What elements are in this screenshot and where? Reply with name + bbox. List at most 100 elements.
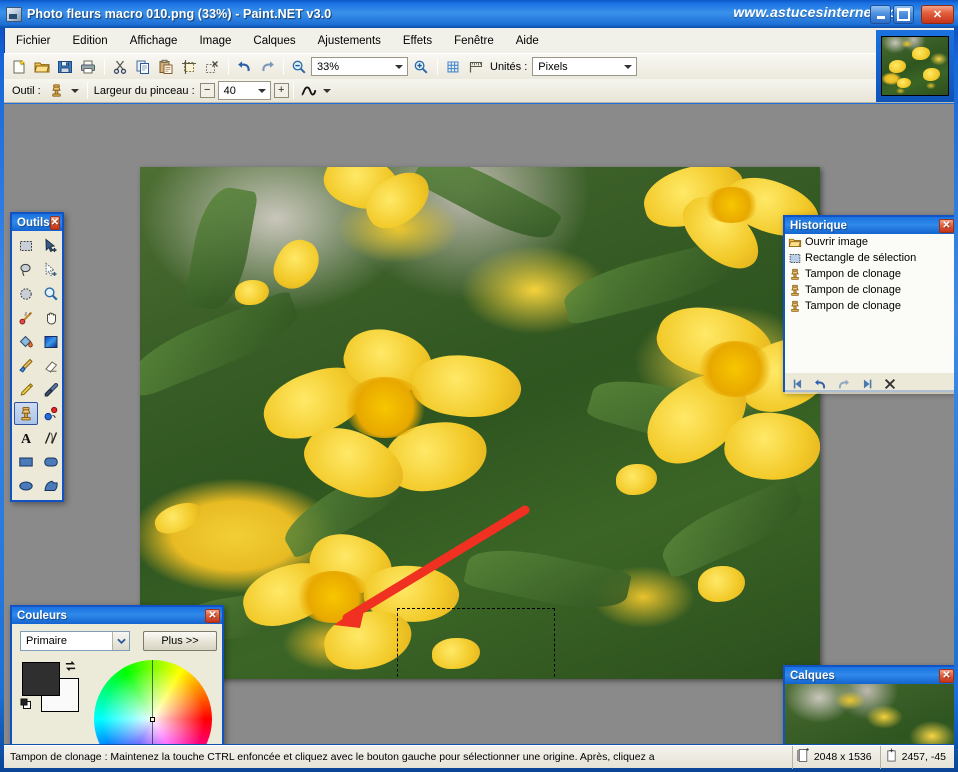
more-colors-button[interactable]: Plus >> [143,631,217,651]
history-rewind-button[interactable] [790,376,805,391]
swap-colors-icon[interactable] [64,660,77,676]
zoom-in-icon[interactable] [410,56,432,77]
history-item[interactable]: Ouvrir image [785,234,954,250]
pencil-tool[interactable] [14,378,38,401]
menu-ajustements[interactable]: Ajustements [307,32,392,50]
eraser-tool[interactable] [39,354,63,377]
workspace[interactable]: Outils ✕ A Historique ✕ Ouvrir image Rec… [4,104,954,744]
tools-palette-close-icon[interactable]: ✕ [49,215,60,230]
gradient-tool[interactable] [39,330,63,353]
layer-row[interactable]: Arrière-plan ✔ [785,684,954,744]
open-image-icon[interactable] [31,56,53,77]
history-palette-close-icon[interactable]: ✕ [939,218,954,233]
grid-toggle-icon[interactable] [442,56,464,77]
clone-stamp-icon[interactable] [46,80,68,101]
copy-icon[interactable] [132,56,154,77]
move-selected-tool[interactable] [39,234,63,257]
minimize-button[interactable] [870,5,891,24]
tools-palette-titlebar[interactable]: Outils ✕ [12,214,62,231]
color-wheel-crosshair [152,660,153,744]
history-clear-button[interactable] [882,376,897,391]
redo-icon[interactable] [256,56,278,77]
cursor-position-icon [885,748,898,766]
undo-icon[interactable] [233,56,255,77]
colors-palette-titlebar[interactable]: Couleurs ✕ [12,607,222,624]
print-icon[interactable] [77,56,99,77]
chevron-down-icon[interactable] [112,632,129,650]
layers-palette-close-icon[interactable]: ✕ [939,668,954,683]
rectangle-shape-tool[interactable] [14,450,38,473]
new-image-icon[interactable] [8,56,30,77]
history-list[interactable]: Ouvrir image Rectangle de sélection Tamp… [785,234,954,373]
lasso-select-tool[interactable] [14,258,38,281]
rounded-rectangle-tool[interactable] [39,450,63,473]
history-item[interactable]: Rectangle de sélection [785,250,954,266]
layers-palette-titlebar[interactable]: Calques ✕ [785,667,954,684]
history-item[interactable]: Tampon de clonage [785,298,954,314]
svg-text:A: A [21,432,32,446]
zoom-out-icon[interactable] [288,56,310,77]
history-palette-titlebar[interactable]: Historique ✕ [785,217,954,234]
ruler-toggle-icon[interactable] [465,56,487,77]
line-curve-tool[interactable] [39,426,63,449]
brush-width-label: Largeur du pinceau : [93,84,195,97]
close-button[interactable]: ✕ [921,5,954,24]
brush-width-decrease[interactable]: − [199,83,215,98]
open-image-icon [788,236,802,249]
color-picker-tool[interactable] [39,378,63,401]
color-wheel-selector[interactable] [150,717,155,722]
pan-tool[interactable] [39,306,63,329]
image-thumbnail-dock[interactable] [876,30,954,102]
paintbrush-tool[interactable] [14,354,38,377]
primary-color-swatch[interactable] [22,662,60,696]
paste-icon[interactable] [155,56,177,77]
menu-aide[interactable]: Aide [505,32,550,50]
layer-thumbnail [785,684,954,744]
text-tool[interactable]: A [14,426,38,449]
history-forward-button[interactable] [859,376,874,391]
layers-list[interactable]: Arrière-plan ✔ [785,684,954,744]
menu-image[interactable]: Image [188,32,242,50]
menu-fenetre[interactable]: Fenêtre [443,32,505,50]
history-item[interactable]: Tampon de clonage [785,266,954,282]
history-item-label: Ouvrir image [805,236,868,248]
recolor-tool[interactable] [39,402,63,425]
rectangle-select-tool[interactable] [14,234,38,257]
magic-wand-tool[interactable] [14,306,38,329]
zoom-combo[interactable]: 33% [311,57,408,76]
app-icon [6,6,22,22]
reset-colors-icon[interactable] [20,698,34,715]
antialiasing-curve-icon[interactable] [298,80,320,101]
brush-width-combo[interactable]: 40 [217,81,271,100]
units-combo[interactable]: Pixels [532,57,638,76]
cut-icon[interactable] [109,56,131,77]
save-icon[interactable] [54,56,76,77]
brush-width-increase[interactable]: + [273,83,289,98]
tool-dropdown-arrow[interactable] [69,80,82,101]
deselect-icon[interactable] [201,56,223,77]
ellipse-shape-tool[interactable] [14,474,38,497]
freeform-shape-tool[interactable] [39,474,63,497]
antialiasing-dropdown-arrow[interactable] [321,80,334,101]
move-selection-tool[interactable] [39,258,63,281]
paint-bucket-tool[interactable] [14,330,38,353]
chevron-down-icon [395,65,403,69]
history-undo-button[interactable] [813,376,828,391]
crop-to-selection-icon[interactable] [178,56,200,77]
zoom-tool[interactable] [39,282,63,305]
history-item[interactable]: Tampon de clonage [785,282,954,298]
colors-palette-close-icon[interactable]: ✕ [205,608,220,623]
color-mode-dropdown[interactable]: Primaire [20,631,130,651]
maximize-button[interactable] [893,5,914,24]
menu-effets[interactable]: Effets [392,32,443,50]
menu-bar: Fichier Edition Affichage Image Calques … [4,28,954,53]
color-wheel[interactable] [94,660,212,744]
ellipse-select-tool[interactable] [14,282,38,305]
menu-affichage[interactable]: Affichage [119,32,189,50]
menu-calques[interactable]: Calques [242,32,306,50]
clone-stamp-tool[interactable] [14,402,38,425]
menu-edition[interactable]: Edition [62,32,119,50]
image-canvas[interactable] [140,167,820,679]
menu-fichier[interactable]: Fichier [5,32,62,50]
history-redo-button[interactable] [836,376,851,391]
